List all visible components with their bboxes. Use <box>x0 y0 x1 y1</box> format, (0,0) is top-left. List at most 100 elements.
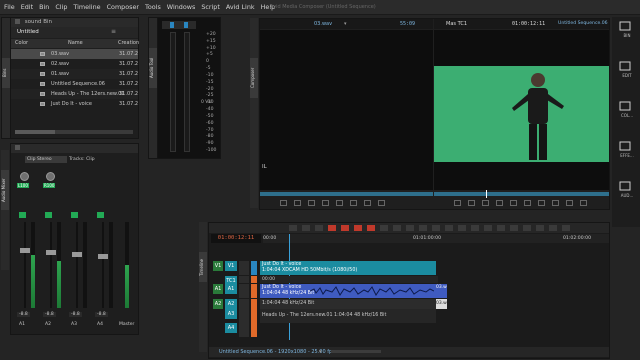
track-monitor-icon[interactable] <box>251 261 257 275</box>
fader-handle[interactable] <box>20 248 30 253</box>
source-clip-name[interactable]: 03.wav <box>314 19 332 29</box>
record-control-icon[interactable] <box>468 200 475 206</box>
menu-bin[interactable]: Bin <box>36 0 52 14</box>
track-selector[interactable] <box>239 309 249 323</box>
audio-tool-side-tab[interactable]: Audio Tool <box>149 48 157 88</box>
meter-channel-1-icon[interactable] <box>170 22 174 28</box>
right-toolbar-label[interactable]: AUD... <box>612 193 640 198</box>
meter-channel-2-icon[interactable] <box>184 22 188 28</box>
solo-button[interactable] <box>19 212 26 218</box>
fader-track[interactable] <box>102 222 104 308</box>
timeline-tool-icon[interactable] <box>289 225 297 231</box>
record-control-icon[interactable] <box>566 200 573 206</box>
track-monitor-icon[interactable] <box>251 323 257 337</box>
timeline-tool-icon[interactable] <box>497 225 505 231</box>
source-control-icon[interactable] <box>350 200 357 206</box>
column-name[interactable]: Name <box>68 39 83 48</box>
fader-track[interactable] <box>24 222 26 308</box>
timeline-side-tab[interactable]: Timeline <box>199 252 207 282</box>
timeline-tool-icon[interactable] <box>315 225 323 231</box>
clip-a2[interactable]: 1:04:04 48 kHz/24 Bit <box>260 299 436 309</box>
record-control-icon[interactable] <box>496 200 503 206</box>
chevron-down-icon[interactable]: ▾ <box>344 19 347 29</box>
menu-composer[interactable]: Composer <box>104 0 142 14</box>
fader-track[interactable] <box>76 222 78 308</box>
record-control-icon[interactable] <box>482 200 489 206</box>
record-tc-label[interactable]: Mas TC1 <box>446 19 467 29</box>
audio-mixer-side-tab[interactable]: Audio Mixer <box>1 170 9 210</box>
track-monitor-icon[interactable] <box>251 276 257 283</box>
menu-windows[interactable]: Windows <box>164 0 199 14</box>
clip-a3[interactable]: Heads Up - The 12ers.new.01 1:04:04 48 k… <box>260 309 436 323</box>
bin-row[interactable]: Heads Up - The 12ers.new.0131.07.2020 1 <box>11 89 138 99</box>
track-patch-v1[interactable]: V1 <box>225 261 237 271</box>
bin-scrollbar[interactable] <box>15 130 133 134</box>
close-icon[interactable] <box>15 19 20 24</box>
clip-tc1[interactable]: 00:00 <box>260 276 438 283</box>
mixer-mode-select[interactable]: Clip Stereo <box>25 156 67 163</box>
menu-clip[interactable]: Clip <box>52 0 70 14</box>
timeline-tool-icon[interactable] <box>380 225 388 231</box>
timeline-tool-icon[interactable] <box>367 225 375 231</box>
track-selector[interactable] <box>239 261 249 275</box>
bin-row[interactable]: Untitled Sequence.06 31.07.2020 1 <box>11 79 138 89</box>
record-control-icon[interactable] <box>510 200 517 206</box>
color-icon[interactable] <box>619 101 631 111</box>
timeline-tool-icon[interactable] <box>406 225 414 231</box>
clip-a1-tail[interactable]: 03.w <box>436 284 447 298</box>
bin-menu-icon[interactable]: ≡ <box>111 28 116 35</box>
right-toolbar-label[interactable]: COL... <box>612 113 640 118</box>
bin-row[interactable]: 01.wav 31.07.2020 1 <box>11 69 138 79</box>
source-control-icon[interactable] <box>336 200 343 206</box>
track-selector[interactable] <box>239 323 249 337</box>
column-creation[interactable]: Creation <box>118 39 139 48</box>
bin-row[interactable]: 03.wav 31.07.2020 1 <box>11 49 138 59</box>
track-monitor-icon[interactable] <box>251 309 257 323</box>
timeline-tool-icon[interactable] <box>562 225 570 231</box>
sequence-info[interactable]: Untitled Sequence.06 - 1920x1080 - 25.00… <box>219 347 335 357</box>
timeline-tool-icon[interactable] <box>302 225 310 231</box>
record-control-icon[interactable] <box>524 200 531 206</box>
menu-edit[interactable]: Edit <box>18 0 36 14</box>
timeline-tool-icon[interactable] <box>523 225 531 231</box>
solo-button[interactable] <box>45 212 52 218</box>
timeline-timecode[interactable]: 01:00:12:11 <box>211 234 261 243</box>
timeline-ruler[interactable]: 00:00 01:01:00:00 01:02:00:00 <box>263 234 609 243</box>
effects-icon[interactable] <box>619 141 631 151</box>
solo-button[interactable] <box>97 212 104 218</box>
bin-row[interactable]: 02.wav 31.07.2020 1 <box>11 59 138 69</box>
right-toolbar-label[interactable]: EDIT <box>612 73 640 78</box>
source-viewer[interactable]: IL <box>260 30 433 190</box>
timeline-tool-icon[interactable] <box>471 225 479 231</box>
bin-tab-untitled[interactable]: Untitled <box>17 29 39 35</box>
menu-file[interactable]: File <box>0 0 18 14</box>
chevron-down-icon[interactable]: ▾ <box>319 347 322 357</box>
timeline-tool-icon[interactable] <box>536 225 544 231</box>
source-control-icon[interactable] <box>308 200 315 206</box>
track-patch-a1[interactable]: A1 <box>225 284 237 294</box>
clip-a1[interactable]: Just Do It - voice 1:04:04 48 kHz/24 Bit <box>260 284 436 298</box>
record-control-icon[interactable] <box>454 200 461 206</box>
track-patch-a3[interactable]: A3 <box>225 309 237 319</box>
timeline-tool-icon[interactable] <box>432 225 440 231</box>
timeline-tool-icon[interactable] <box>510 225 518 231</box>
record-control-icon[interactable] <box>538 200 545 206</box>
clip-v1[interactable]: Just Do It - voice 1:04:04 XDCAM HD 50Mb… <box>260 261 436 275</box>
record-sequence-name[interactable]: Untitled Sequence.06 <box>558 19 608 29</box>
record-control-icon[interactable] <box>552 200 559 206</box>
fader-handle[interactable] <box>46 250 56 255</box>
menu-avid-link[interactable]: Avid Link <box>223 0 258 14</box>
timeline-tool-icon[interactable] <box>458 225 466 231</box>
menu-script[interactable]: Script <box>198 0 223 14</box>
source-control-icon[interactable] <box>294 200 301 206</box>
timeline-tool-icon[interactable] <box>484 225 492 231</box>
track-monitor-icon[interactable] <box>251 299 257 309</box>
timeline-tool-icon[interactable] <box>341 225 349 231</box>
bins-side-tab[interactable]: Bins <box>2 58 10 88</box>
timeline-tool-icon[interactable] <box>549 225 557 231</box>
source-control-icon[interactable] <box>322 200 329 206</box>
bin-row[interactable]: Just Do It - voice 31.07.2020 1 <box>11 99 138 109</box>
column-color[interactable]: Color <box>15 39 28 48</box>
source-control-icon[interactable] <box>364 200 371 206</box>
track-selector[interactable] <box>239 276 249 283</box>
